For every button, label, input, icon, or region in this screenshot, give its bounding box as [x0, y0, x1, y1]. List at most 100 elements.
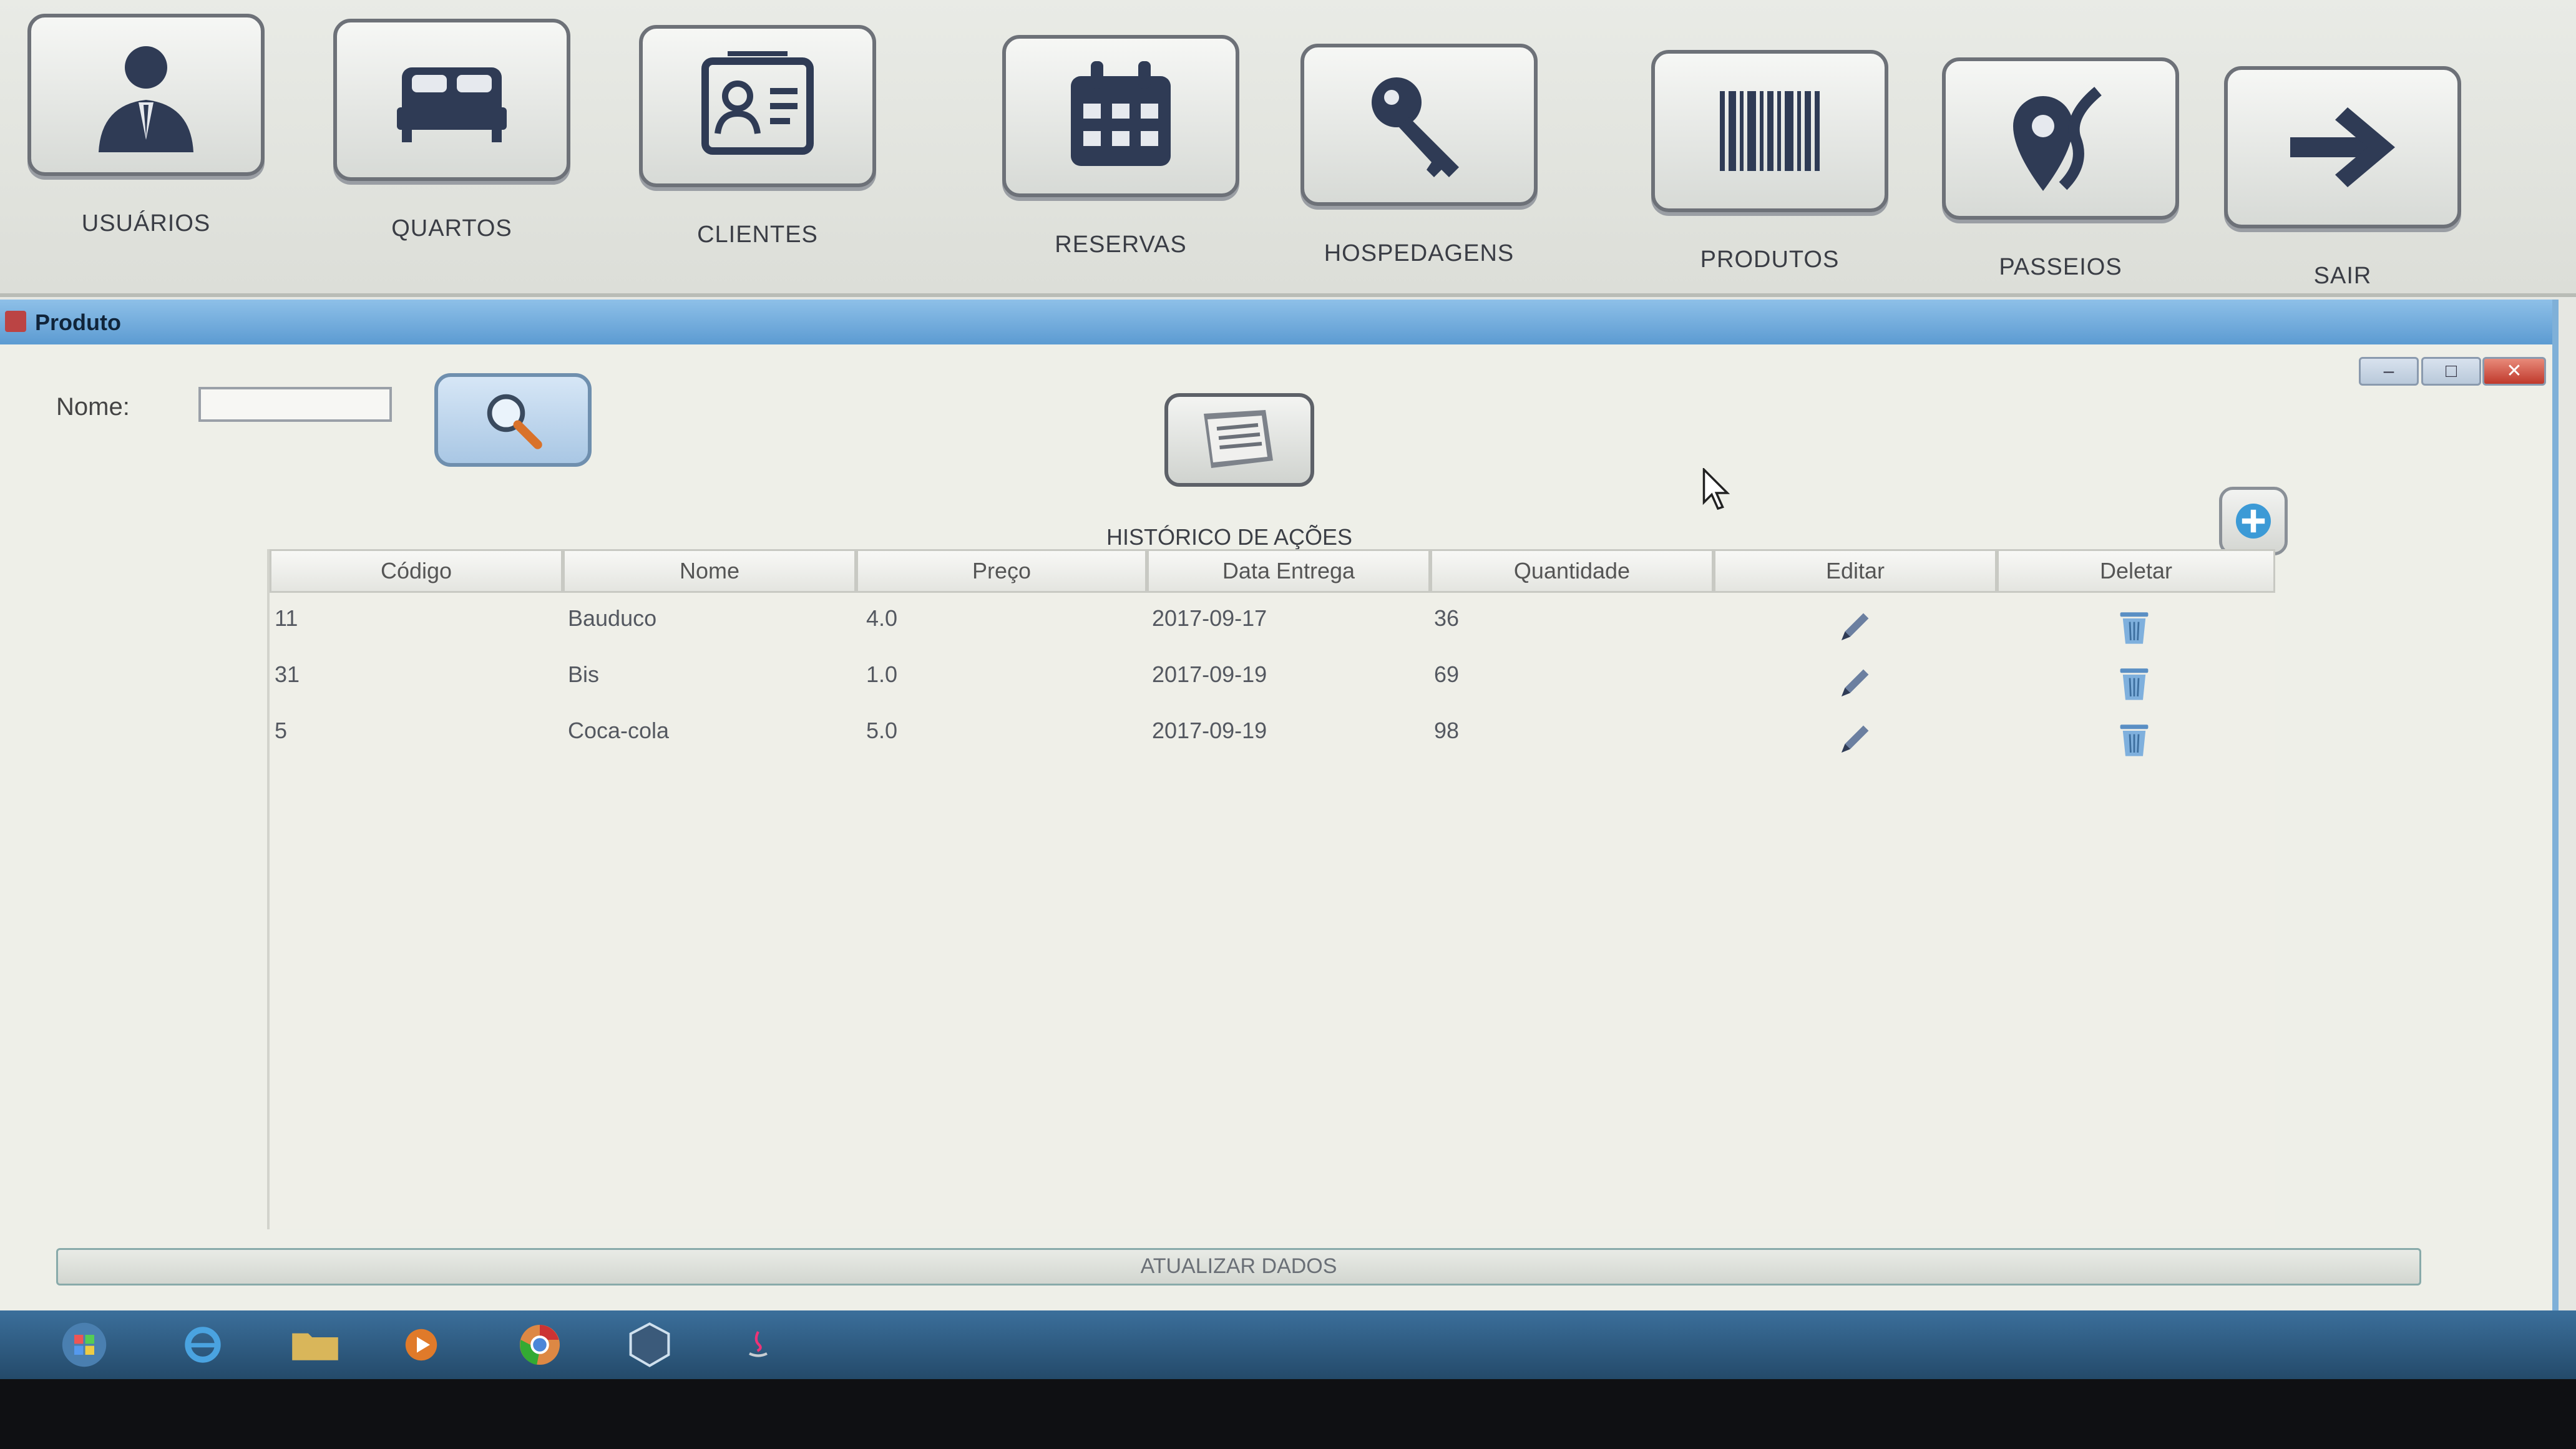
toolbar-item-usuarios[interactable]: USUÁRIOS — [27, 14, 271, 276]
arrow-right-icon — [2290, 107, 2395, 187]
column-header-nome[interactable]: Nome — [563, 549, 856, 593]
toolbar-item-produtos[interactable]: PRODUTOS — [1651, 50, 1895, 312]
trash-icon — [2120, 612, 2149, 644]
cell-data-entrega: 2017-09-19 — [1152, 718, 1267, 743]
name-search-input[interactable] — [198, 387, 392, 422]
user-icon — [99, 46, 193, 152]
toolbar-label: RESERVAS — [1055, 232, 1187, 258]
taskbar-app-shield[interactable] — [603, 1317, 696, 1373]
toolbar-label: CLIENTES — [697, 222, 818, 248]
delete-button[interactable] — [2097, 599, 2172, 655]
usuarios-button[interactable] — [27, 14, 265, 176]
shield-icon — [629, 1322, 670, 1367]
cell-data-entrega: 2017-09-17 — [1152, 605, 1267, 631]
window-titlebar[interactable]: Produto — [0, 300, 2552, 344]
cell-nome: Bis — [568, 661, 600, 687]
close-button[interactable]: ✕ — [2482, 357, 2546, 386]
history-book-icon — [1204, 410, 1273, 468]
cell-preco: 5.0 — [866, 718, 898, 743]
mouse-cursor-icon — [1702, 468, 1730, 510]
quartos-button[interactable] — [333, 19, 570, 181]
windows-start-icon — [62, 1322, 107, 1367]
table-header: Código Nome Preço Data Entrega Quantidad… — [270, 549, 2275, 597]
products-table: Código Nome Preço Data Entrega Quantidad… — [267, 549, 2275, 1229]
toolbar-label: PRODUTOS — [1700, 246, 1840, 273]
folder-icon — [292, 1333, 338, 1360]
id-card-icon — [701, 51, 814, 155]
taskbar-media[interactable] — [374, 1317, 468, 1373]
toolbar-label: SAIR — [2313, 263, 2372, 289]
maximize-button[interactable]: □ — [2421, 357, 2481, 386]
name-label: Nome: — [56, 393, 130, 421]
column-header-deletar[interactable]: Deletar — [1997, 549, 2275, 593]
history-label: HISTÓRICO DE AÇÕES — [1106, 524, 1353, 550]
column-header-preco[interactable]: Preço — [856, 549, 1147, 593]
cell-codigo: 31 — [275, 661, 300, 687]
start-button[interactable] — [37, 1317, 131, 1373]
taskbar — [0, 1310, 2576, 1379]
edit-button[interactable] — [1817, 599, 1892, 655]
toolbar-label: HOSPEDAGENS — [1324, 240, 1515, 266]
barcode-icon — [1720, 91, 1820, 171]
toolbar-item-quartos[interactable]: QUARTOS — [333, 19, 577, 281]
monitor-bezel — [0, 1379, 2576, 1449]
taskbar-ie[interactable] — [156, 1317, 250, 1373]
cell-preco: 1.0 — [866, 661, 898, 687]
cell-data-entrega: 2017-09-19 — [1152, 661, 1267, 687]
column-header-editar[interactable]: Editar — [1714, 549, 1997, 593]
toolbar-item-passeios[interactable]: PASSEIOS — [1942, 57, 2185, 320]
bed-icon — [397, 67, 507, 142]
chrome-icon — [520, 1325, 560, 1365]
taskbar-java[interactable] — [711, 1317, 805, 1373]
edit-button[interactable] — [1817, 655, 1892, 711]
add-product-button[interactable] — [2219, 487, 2288, 555]
column-header-data-entrega[interactable]: Data Entrega — [1147, 549, 1430, 593]
delete-button[interactable] — [2097, 655, 2172, 711]
toolbar-item-sair[interactable]: SAIR — [2224, 66, 2467, 328]
search-icon — [487, 394, 542, 449]
calendar-icon — [1071, 61, 1171, 166]
history-button[interactable] — [1164, 393, 1314, 487]
trash-icon — [2120, 724, 2149, 756]
refresh-data-button[interactable]: ATUALIZAR DADOS — [56, 1248, 2421, 1286]
pencil-icon — [1842, 613, 1869, 640]
cell-nome: Coca-cola — [568, 718, 670, 743]
taskbar-folder[interactable] — [268, 1317, 362, 1373]
edit-button[interactable] — [1817, 711, 1892, 768]
toolbar-label: USUÁRIOS — [81, 210, 211, 237]
column-header-quantidade[interactable]: Quantidade — [1430, 549, 1714, 593]
java-icon — [749, 1331, 768, 1357]
toolbar-item-hospedagens[interactable]: HOSPEDAGENS — [1300, 44, 1544, 306]
internet-explorer-icon — [185, 1327, 221, 1363]
taskbar-chrome[interactable] — [493, 1317, 587, 1373]
delete-button[interactable] — [2097, 711, 2172, 768]
hospedagens-button[interactable] — [1300, 44, 1538, 206]
toolbar-item-reservas[interactable]: RESERVAS — [1002, 35, 1246, 297]
column-header-codigo[interactable]: Código — [270, 549, 563, 593]
toolbar-item-clientes[interactable]: CLIENTES — [639, 25, 882, 287]
table-row[interactable]: 31 Bis 1.0 2017-09-19 69 — [270, 655, 2275, 711]
passeios-button[interactable] — [1942, 57, 2179, 220]
toolbar-label: PASSEIOS — [1999, 254, 2122, 280]
toolbar-label: QUARTOS — [391, 215, 512, 242]
sair-button[interactable] — [2224, 66, 2461, 228]
media-player-icon — [405, 1329, 437, 1361]
window-title: Produto — [35, 310, 121, 335]
java-icon — [5, 311, 26, 332]
cell-preco: 4.0 — [866, 605, 898, 631]
table-row[interactable]: 5 Coca-cola 5.0 2017-09-19 98 — [270, 711, 2275, 768]
search-button[interactable] — [434, 373, 592, 467]
reservas-button[interactable] — [1002, 35, 1239, 197]
minimize-button[interactable]: – — [2359, 357, 2419, 386]
produtos-button[interactable] — [1651, 50, 1888, 212]
cell-nome: Bauduco — [568, 605, 657, 631]
cell-codigo: 11 — [275, 605, 298, 631]
key-icon — [1372, 77, 1459, 177]
clientes-button[interactable] — [639, 25, 876, 187]
table-row[interactable]: 11 Bauduco 4.0 2017-09-17 36 — [270, 599, 2275, 655]
map-pin-icon — [2013, 87, 2102, 191]
cell-quantidade: 69 — [1434, 661, 1460, 687]
screen: USUÁRIOS QUARTOS CLIENTES RESERVAS HOSPE… — [0, 0, 2576, 1449]
pencil-icon — [1842, 725, 1869, 753]
trash-icon — [2120, 668, 2149, 700]
